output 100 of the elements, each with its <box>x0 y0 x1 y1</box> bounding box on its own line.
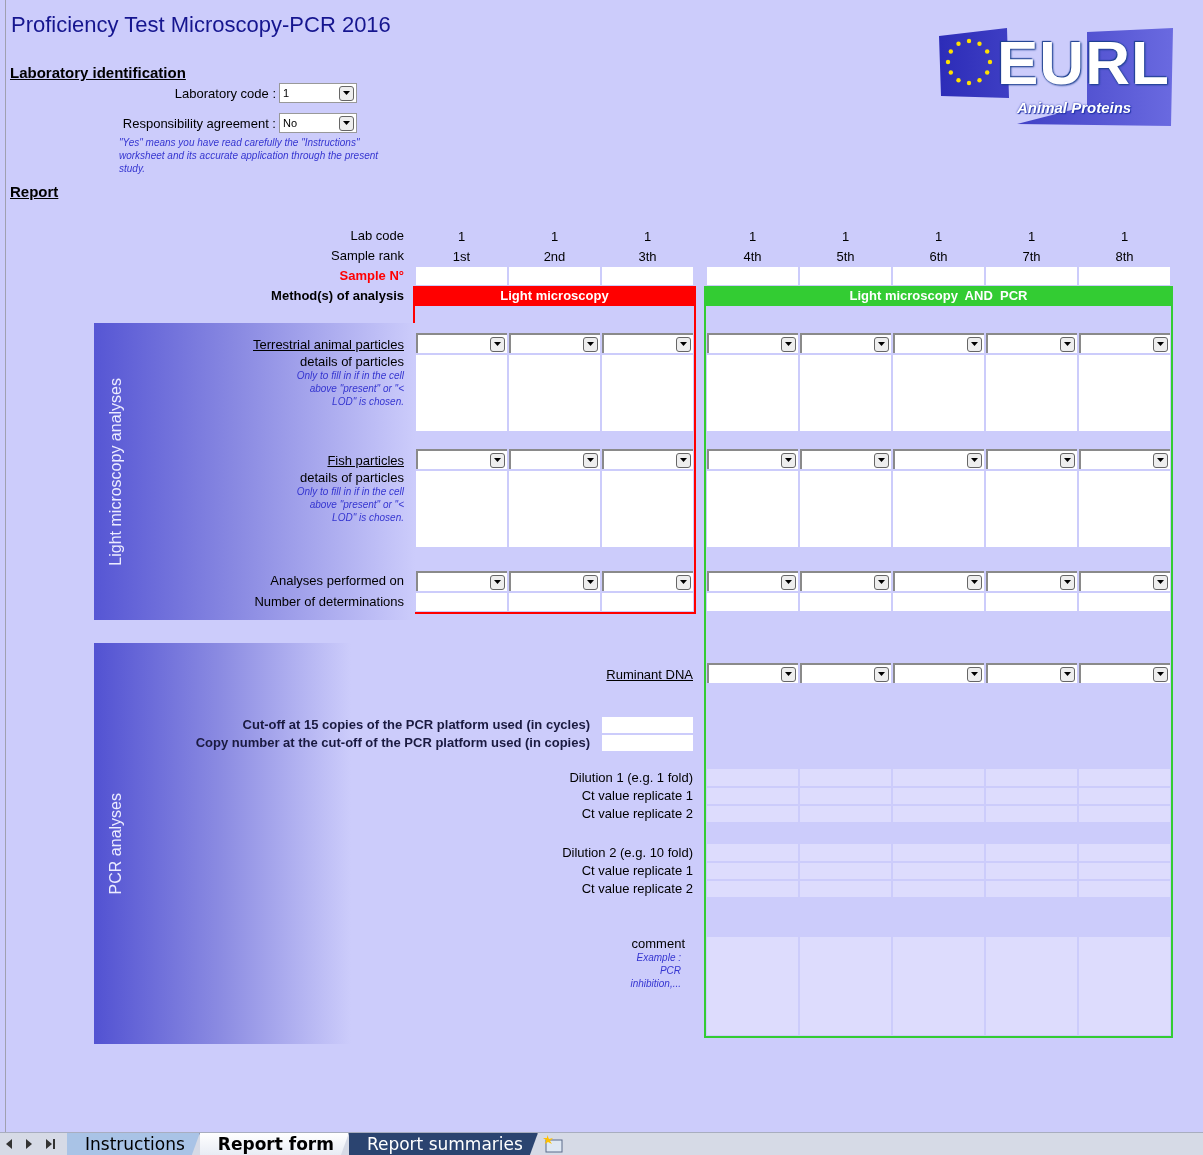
dropdown-button[interactable] <box>781 574 796 590</box>
dropdown-field[interactable] <box>1079 663 1170 683</box>
dropdown-button[interactable] <box>1060 666 1075 682</box>
dropdown-field[interactable] <box>1079 333 1170 353</box>
dropdown-button[interactable] <box>1153 336 1168 352</box>
input-field[interactable] <box>893 593 984 611</box>
dropdown-field[interactable] <box>893 333 984 353</box>
input-field[interactable] <box>602 267 693 285</box>
dropdown-field[interactable] <box>707 333 798 353</box>
dropdown-field[interactable] <box>893 663 984 683</box>
input-field[interactable] <box>707 593 798 611</box>
dropdown-field[interactable] <box>416 571 507 591</box>
input-field[interactable] <box>1079 788 1170 804</box>
dropdown-field[interactable] <box>800 571 891 591</box>
dropdown-field[interactable] <box>1079 449 1170 469</box>
dropdown-field[interactable] <box>602 449 693 469</box>
dropdown-button[interactable] <box>1153 666 1168 682</box>
dropdown-button[interactable] <box>967 574 982 590</box>
dropdown-button[interactable] <box>676 574 691 590</box>
dropdown-field[interactable] <box>893 449 984 469</box>
input-field[interactable] <box>1079 806 1170 822</box>
sheet-tab[interactable]: Report form <box>199 1133 349 1155</box>
sheet-tab[interactable]: Instructions <box>67 1133 200 1155</box>
dropdown-field[interactable] <box>707 449 798 469</box>
input-field[interactable] <box>1079 769 1170 786</box>
dropdown-button[interactable] <box>874 336 889 352</box>
input-field[interactable] <box>1079 863 1170 879</box>
input-field[interactable] <box>509 593 600 611</box>
input-field[interactable] <box>800 593 891 611</box>
input-field[interactable] <box>986 593 1077 611</box>
dropdown-button[interactable] <box>874 574 889 590</box>
dropdown-button[interactable] <box>967 666 982 682</box>
dropdown-field[interactable] <box>800 333 891 353</box>
input-field[interactable] <box>602 593 693 611</box>
input-field[interactable] <box>986 267 1077 285</box>
text-area[interactable] <box>1079 937 1170 1035</box>
dropdown-button[interactable] <box>967 336 982 352</box>
input-field[interactable] <box>416 593 507 611</box>
dropdown-button[interactable] <box>967 452 982 468</box>
dropdown-button[interactable] <box>583 452 598 468</box>
dropdown-button[interactable] <box>676 452 691 468</box>
dropdown-button[interactable] <box>1153 452 1168 468</box>
input-field[interactable] <box>1079 593 1170 611</box>
input-field[interactable] <box>602 735 693 751</box>
dropdown-field[interactable] <box>416 333 507 353</box>
input-field[interactable] <box>893 267 984 285</box>
dropdown-button[interactable] <box>874 666 889 682</box>
dropdown-button[interactable] <box>874 452 889 468</box>
dropdown-button[interactable] <box>1153 574 1168 590</box>
input-field[interactable] <box>1079 267 1170 285</box>
dropdown-field[interactable] <box>416 449 507 469</box>
input-field[interactable] <box>707 863 798 879</box>
dropdown-field[interactable] <box>893 571 984 591</box>
dropdown-field[interactable]: No <box>279 113 357 133</box>
dropdown-button[interactable] <box>490 336 505 352</box>
input-field[interactable] <box>707 267 798 285</box>
dropdown-button[interactable] <box>339 115 354 131</box>
input-field[interactable] <box>707 788 798 804</box>
input-field[interactable] <box>416 267 507 285</box>
dropdown-field[interactable] <box>509 333 600 353</box>
dropdown-field[interactable] <box>986 333 1077 353</box>
sheet-tab[interactable]: Report summaries <box>348 1133 538 1155</box>
dropdown-button[interactable] <box>490 574 505 590</box>
input-field[interactable] <box>1079 844 1170 861</box>
dropdown-field[interactable]: 1 <box>279 83 357 103</box>
input-field[interactable] <box>707 806 798 822</box>
dropdown-field[interactable] <box>800 449 891 469</box>
dropdown-field[interactable] <box>986 571 1077 591</box>
dropdown-field[interactable] <box>602 333 693 353</box>
dropdown-button[interactable] <box>781 452 796 468</box>
dropdown-button[interactable] <box>781 666 796 682</box>
dropdown-button[interactable] <box>490 452 505 468</box>
dropdown-button[interactable] <box>1060 336 1075 352</box>
dropdown-field[interactable] <box>509 449 600 469</box>
dropdown-field[interactable] <box>602 571 693 591</box>
dropdown-field[interactable] <box>800 663 891 683</box>
dropdown-button[interactable] <box>676 336 691 352</box>
text-area[interactable] <box>800 937 891 1035</box>
dropdown-field[interactable] <box>509 571 600 591</box>
dropdown-field[interactable] <box>986 449 1077 469</box>
dropdown-button[interactable] <box>339 85 354 101</box>
dropdown-field[interactable] <box>986 663 1077 683</box>
text-area[interactable] <box>986 937 1077 1035</box>
dropdown-button[interactable] <box>781 336 796 352</box>
dropdown-button[interactable] <box>583 336 598 352</box>
input-field[interactable] <box>1079 881 1170 897</box>
text-area[interactable] <box>893 937 984 1035</box>
dropdown-field[interactable] <box>707 663 798 683</box>
input-field[interactable] <box>707 881 798 897</box>
dropdown-button[interactable] <box>1060 574 1075 590</box>
dropdown-button[interactable] <box>583 574 598 590</box>
input-field[interactable] <box>509 267 600 285</box>
input-field[interactable] <box>707 844 798 861</box>
dropdown-field[interactable] <box>707 571 798 591</box>
dropdown-button[interactable] <box>1060 452 1075 468</box>
input-field[interactable] <box>707 769 798 786</box>
input-field[interactable] <box>800 267 891 285</box>
input-field[interactable] <box>602 717 693 733</box>
text-area[interactable] <box>707 937 798 1035</box>
dropdown-field[interactable] <box>1079 571 1170 591</box>
